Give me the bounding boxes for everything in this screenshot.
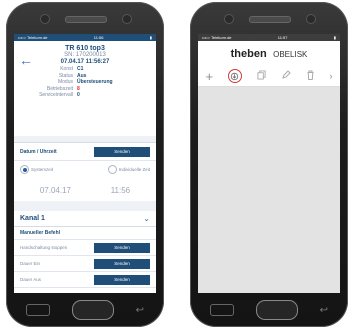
sensor [122,14,132,24]
phone-right: ••••○ Telekom.de 11:57 ▮ theben OBELISK … [190,2,348,327]
command-label: Dauer Ein [20,261,41,266]
delete-icon[interactable] [306,67,315,85]
recent-apps-button[interactable] [26,304,50,316]
left-screen: ••••○ Telekom.de 11:56 ▮ ← TR 610 top3 S… [14,34,156,293]
individual-time-radio[interactable] [107,165,117,175]
time-value[interactable]: 11:56 [111,186,130,195]
speaker [249,16,291,23]
command-send-button[interactable]: Senden [94,258,150,269]
serial-number: SN: 170200013 [64,52,106,58]
manual-command-row: Manueller Befehl [14,227,156,240]
command-row: Dauer Ein Senden [14,256,156,272]
battery-icon: ▮ [149,35,152,40]
systemzeit-radio[interactable] [20,165,29,175]
right-screen: ••••○ Telekom.de 11:57 ▮ theben OBELISK … [198,34,340,293]
phone-left: ••••○ Telekom.de 11:56 ▮ ← TR 610 top3 S… [6,2,164,327]
command-label: Handschaltung stoppen [20,245,68,250]
battery-icon: ▮ [333,35,336,40]
individual-time-option[interactable]: Individuelle Zeit [107,161,150,179]
command-list: Handschaltung stoppen Senden Dauer Ein Send… [14,240,156,288]
device-datetime: 07.04.17 11:56:27 [60,59,110,65]
back-button-icon[interactable]: ↩ [320,305,328,316]
info-row: Serviceintervall 0 [14,92,156,99]
manual-command-label: Manueller Befehl [20,230,61,236]
systemzeit-label: Systemzeit [31,167,54,173]
brand-logo: theben [230,48,267,60]
status-time: 11:56 [93,35,104,40]
download-icon[interactable] [227,69,242,83]
device-header: ← TR 610 top3 SN: 170200013 07.04.17 11:… [14,41,156,136]
status-time: 11:57 [277,35,288,40]
recent-apps-button[interactable] [210,304,234,316]
datetime-values: 07.04.17 11:56 [14,179,156,201]
device-title: TR 610 top3 [65,45,105,52]
right-hardware-buttons: ↩ [198,299,340,321]
status-bar: ••••○ Telekom.de 11:57 ▮ [198,34,340,41]
copy-icon[interactable] [257,67,266,85]
date-value[interactable]: 07.04.17 [40,186,71,195]
carrier: ••••○ Telekom.de [202,35,232,40]
systemzeit-option[interactable]: Systemzeit [20,161,53,179]
command-label: Dauer Aus [20,277,42,282]
individual-time-label: Individuelle Zeit [118,167,150,173]
home-button[interactable] [71,300,114,320]
left-hardware-buttons: ↩ [14,299,156,321]
command-row: Dauer Aus Senden [14,272,156,288]
sensor [306,14,316,24]
product-name: OBELISK [273,50,308,59]
edit-icon[interactable] [281,67,291,85]
command-send-button[interactable]: Senden [94,242,150,253]
channel-header[interactable]: Kanal 1 ⌄ [14,211,156,227]
time-source-row: Systemzeit Individuelle Zeit [14,160,156,179]
toolbar: + › [198,66,340,87]
chevron-down-icon[interactable]: ⌄ [143,214,150,223]
back-arrow-icon[interactable]: ← [19,53,33,67]
carrier: ••••○ Telekom.de [18,35,48,40]
front-camera [224,14,234,24]
home-button[interactable] [255,300,298,320]
status-bar: ••••○ Telekom.de 11:56 ▮ [14,34,156,41]
datetime-send-button[interactable]: Senden [94,146,150,157]
device-info: Konst C1 Status Aus Modus Übersteuerung Betrie… [14,66,156,99]
datetime-label: Datum / Uhrzeit [20,148,57,155]
add-icon[interactable]: + [205,69,213,84]
front-camera [40,14,50,24]
channel-title: Kanal 1 [20,215,45,222]
command-send-button[interactable]: Senden [94,274,150,285]
info-value: Übersteuerung [77,79,113,85]
info-value: 0 [77,92,80,98]
command-row: Handschaltung stoppen Senden [14,240,156,256]
info-key: Serviceintervall [39,92,73,98]
back-button-icon[interactable]: ↩ [136,305,144,316]
more-icon[interactable]: › [329,71,332,81]
datetime-section: Datum / Uhrzeit Senden [14,142,156,160]
speaker [65,16,107,23]
